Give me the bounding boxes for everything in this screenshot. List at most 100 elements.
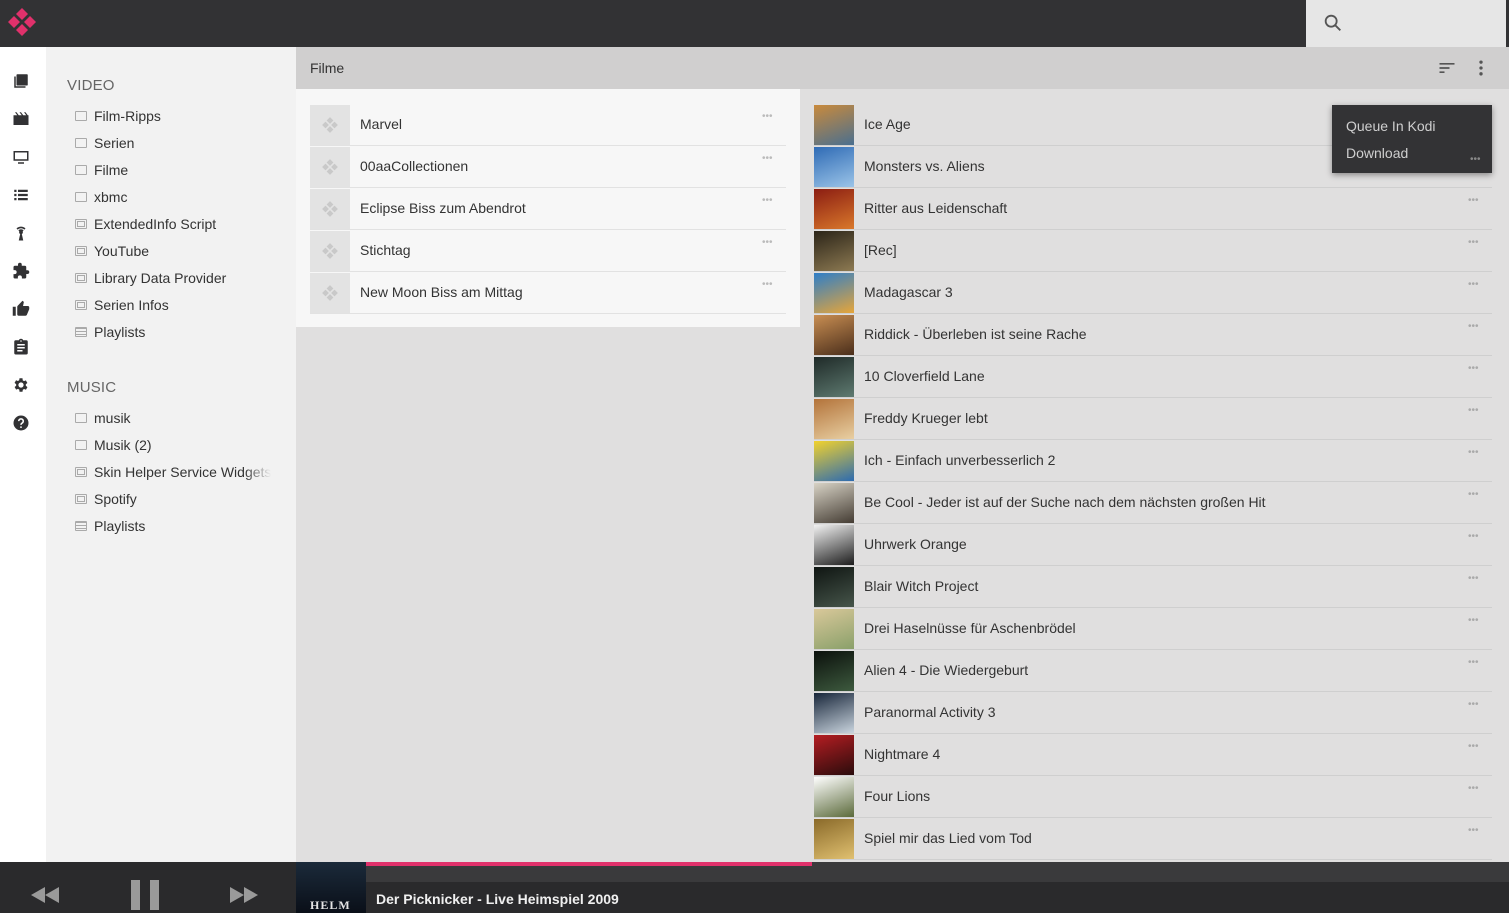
collection-row[interactable]: Marvel xyxy=(310,104,786,146)
movie-row[interactable]: Madagascar 3 xyxy=(814,272,1492,314)
collection-title: New Moon Biss am Mittag xyxy=(360,284,523,300)
list-icon[interactable] xyxy=(11,185,31,205)
more-horiz-icon[interactable] xyxy=(1468,699,1484,712)
addon-icon xyxy=(75,246,87,256)
movie-poster xyxy=(814,357,854,397)
addons-icon[interactable] xyxy=(11,261,31,281)
more-horiz-icon[interactable] xyxy=(1468,741,1484,754)
more-horiz-icon[interactable] xyxy=(1468,615,1484,628)
rewind-button[interactable] xyxy=(28,880,62,910)
more-horiz-icon[interactable] xyxy=(1468,321,1484,334)
nav-item-serien[interactable]: Serien xyxy=(75,132,275,154)
movie-title: Paranormal Activity 3 xyxy=(864,704,996,720)
more-horiz-icon[interactable] xyxy=(1468,489,1484,502)
folder-icon xyxy=(75,165,87,175)
nav-item-musik[interactable]: musik xyxy=(75,407,275,429)
search-icon[interactable] xyxy=(1322,12,1344,34)
more-horiz-icon[interactable] xyxy=(1468,447,1484,460)
movie-row[interactable]: Blair Witch Project xyxy=(814,566,1492,608)
addon-icon xyxy=(75,300,87,310)
nav-item-youtube[interactable]: YouTube xyxy=(75,240,275,262)
more-horiz-icon[interactable] xyxy=(762,279,778,292)
movie-row[interactable]: 10 Cloverfield Lane xyxy=(814,356,1492,398)
search-box[interactable] xyxy=(1306,0,1506,47)
progress-bar[interactable] xyxy=(366,862,1509,882)
movie-title: Drei Haselnüsse für Aschenbrödel xyxy=(864,620,1076,636)
help-icon[interactable] xyxy=(11,413,31,433)
fast-forward-button[interactable] xyxy=(227,880,261,910)
collection-row[interactable]: New Moon Biss am Mittag xyxy=(310,272,786,314)
nav-item-serien-infos[interactable]: Serien Infos xyxy=(75,294,275,316)
more-horiz-icon[interactable] xyxy=(762,111,778,124)
more-horiz-icon[interactable] xyxy=(762,195,778,208)
menu-item-download[interactable]: Download xyxy=(1346,145,1408,161)
movie-row[interactable]: Ich - Einfach unverbesserlich 2 xyxy=(814,440,1492,482)
movie-row[interactable]: Spiel mir das Lied vom Tod xyxy=(814,818,1492,860)
movie-row[interactable]: Drei Haselnüsse für Aschenbrödel xyxy=(814,608,1492,650)
movie-row[interactable]: Paranormal Activity 3 xyxy=(814,692,1492,734)
movie-row[interactable]: Four Lions xyxy=(814,776,1492,818)
more-horiz-icon[interactable] xyxy=(1468,573,1484,586)
nav-item-spotify[interactable]: Spotify xyxy=(75,488,275,510)
movie-row[interactable]: Freddy Krueger lebt xyxy=(814,398,1492,440)
menu-item-queue-in-kodi[interactable]: Queue In Kodi xyxy=(1346,118,1436,134)
kodi-placeholder-icon xyxy=(310,105,350,145)
kodi-placeholder-icon xyxy=(310,231,350,271)
movie-row[interactable]: Alien 4 - Die Wiedergeburt xyxy=(814,650,1492,692)
page-title: Filme xyxy=(310,60,345,76)
nav-item-label: xbmc xyxy=(94,189,128,205)
settings-icon[interactable] xyxy=(11,375,31,395)
nav-item-skin-helper-service-widgets[interactable]: Skin Helper Service Widgets xyxy=(75,461,275,483)
nav-item-label: Playlists xyxy=(94,518,146,534)
nav-item-library-data-provider[interactable]: Library Data Provider xyxy=(75,267,275,289)
nav-item-label: Skin Helper Service Widgets xyxy=(94,464,272,480)
movie-row[interactable]: Ritter aus Leidenschaft xyxy=(814,188,1492,230)
movie-poster xyxy=(814,399,854,439)
more-horiz-icon[interactable] xyxy=(1468,825,1484,838)
movie-poster xyxy=(814,735,854,775)
kodi-logo-icon[interactable] xyxy=(6,6,38,38)
folder-icon xyxy=(75,111,87,121)
player-bar: HELM Der Picknicker - Live Heimspiel 200… xyxy=(0,862,1509,913)
more-horiz-icon[interactable] xyxy=(762,237,778,250)
now-playing-artwork[interactable]: HELM xyxy=(296,862,366,913)
library-icon[interactable] xyxy=(11,71,31,91)
collection-row[interactable]: Eclipse Biss zum Abendrot xyxy=(310,188,786,230)
movie-row[interactable]: Nightmare 4 xyxy=(814,734,1492,776)
more-horiz-icon[interactable] xyxy=(762,153,778,166)
movie-row[interactable]: [Rec] xyxy=(814,230,1492,272)
movie-poster xyxy=(814,567,854,607)
nav-item-xbmc[interactable]: xbmc xyxy=(75,186,275,208)
more-horiz-icon[interactable] xyxy=(1468,279,1484,292)
nav-item-video-playlists[interactable]: Playlists xyxy=(75,321,275,343)
more-horiz-icon[interactable] xyxy=(1468,783,1484,796)
more-horiz-icon[interactable] xyxy=(1468,363,1484,376)
nav-item-extendedinfo-script[interactable]: ExtendedInfo Script xyxy=(75,213,275,235)
pause-button[interactable] xyxy=(126,880,164,910)
collection-row[interactable]: 00aaCollectionen xyxy=(310,146,786,188)
movie-row[interactable]: Be Cool - Jeder ist auf der Suche nach d… xyxy=(814,482,1492,524)
tv-icon[interactable] xyxy=(11,147,31,167)
nav-item-music-playlists[interactable]: Playlists xyxy=(75,515,275,537)
radio-icon[interactable] xyxy=(11,223,31,243)
search-input[interactable] xyxy=(1354,10,1494,36)
nav-item-musik-2[interactable]: Musik (2) xyxy=(75,434,275,456)
clipboard-icon[interactable] xyxy=(11,337,31,357)
more-horiz-icon[interactable] xyxy=(1468,237,1484,250)
more-horiz-icon[interactable] xyxy=(1468,405,1484,418)
sort-icon[interactable] xyxy=(1437,58,1457,78)
more-horiz-icon[interactable] xyxy=(1468,531,1484,544)
movie-title: Blair Witch Project xyxy=(864,578,979,594)
collection-row[interactable]: Stichtag xyxy=(310,230,786,272)
more-vert-icon[interactable] xyxy=(1471,58,1491,78)
nav-item-filme[interactable]: Filme xyxy=(75,159,275,181)
more-horiz-icon[interactable] xyxy=(1468,195,1484,208)
movie-row[interactable]: Riddick - Überleben ist seine Rache xyxy=(814,314,1492,356)
thumbs-up-icon[interactable] xyxy=(11,299,31,319)
nav-item-film-ripps[interactable]: Film-Ripps xyxy=(75,105,275,127)
movie-row[interactable]: Uhrwerk Orange xyxy=(814,524,1492,566)
movies-icon[interactable] xyxy=(11,109,31,129)
movie-title: Nightmare 4 xyxy=(864,746,941,762)
more-horiz-icon[interactable] xyxy=(1468,657,1484,670)
movie-poster xyxy=(814,189,854,229)
